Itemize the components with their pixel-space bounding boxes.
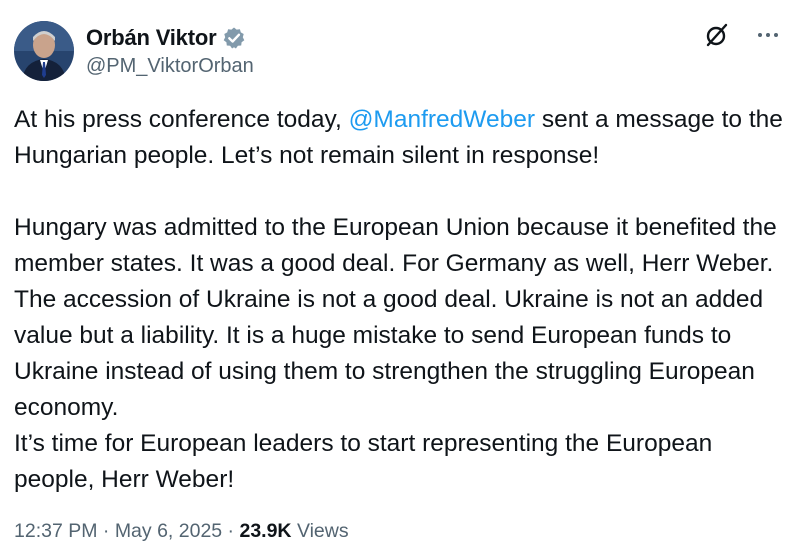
- avatar[interactable]: [14, 21, 74, 81]
- views-label: Views: [291, 520, 349, 542]
- author-names: Orbán Viktor @PM_ViktorOrban: [86, 24, 254, 78]
- grok-icon[interactable]: [704, 22, 730, 48]
- name-row: Orbán Viktor: [86, 24, 254, 52]
- tweet-meta: 12:37 PM · May 6, 2025 · 23.9K Views: [14, 520, 349, 543]
- verified-badge-icon[interactable]: [222, 26, 246, 50]
- more-dots-icon[interactable]: [756, 23, 780, 47]
- tweet-paragraph-3: It’s time for European leaders to start …: [14, 430, 720, 493]
- tweet-date[interactable]: May 6, 2025: [115, 520, 222, 542]
- tweet-paragraph-1: At his press conference today, @ManfredW…: [14, 102, 786, 174]
- tweet-time[interactable]: 12:37 PM: [14, 520, 97, 542]
- tweet-text-segment: At his press conference today,: [14, 106, 349, 133]
- author-display-name[interactable]: Orbán Viktor: [86, 25, 217, 51]
- tweet-header: Orbán Viktor @PM_ViktorOrban: [14, 20, 254, 82]
- meta-separator: ·: [222, 520, 240, 542]
- top-actions: [704, 22, 780, 48]
- meta-separator: ·: [97, 520, 115, 542]
- views-count[interactable]: 23.9K: [239, 520, 291, 542]
- tweet-paragraph-2: Hungary was admitted to the European Uni…: [14, 214, 784, 421]
- mention-link[interactable]: @ManfredWeber: [349, 106, 535, 133]
- tweet-text: At his press conference today, @ManfredW…: [14, 102, 786, 498]
- tweet: Orbán Viktor @PM_ViktorOrban At his pres…: [0, 0, 800, 558]
- author-handle[interactable]: @PM_ViktorOrban: [86, 55, 254, 78]
